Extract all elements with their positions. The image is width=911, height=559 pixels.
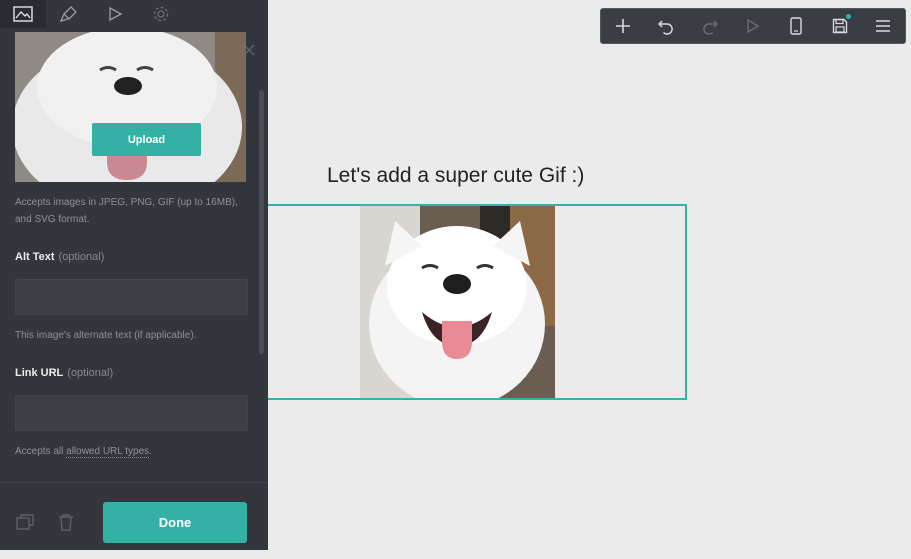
tab-settings[interactable]: [138, 0, 184, 28]
alt-text-label: Alt Text (optional): [15, 251, 105, 263]
selected-image-block[interactable]: [262, 204, 687, 400]
link-url-input[interactable]: [15, 395, 248, 431]
tab-style[interactable]: [46, 0, 92, 28]
image-preview: Upload: [15, 32, 246, 182]
save-icon[interactable]: [826, 12, 854, 40]
brush-icon: [60, 6, 77, 22]
redo-icon[interactable]: [696, 12, 724, 40]
add-icon[interactable]: [609, 12, 637, 40]
accepted-formats-help: Accepts images in JPEG, PNG, GIF (up to …: [15, 197, 238, 225]
gear-icon: [153, 6, 169, 22]
undo-icon[interactable]: [652, 12, 680, 40]
dog-gif-image[interactable]: [360, 206, 555, 398]
allowed-url-types-link[interactable]: allowed URL types: [66, 446, 150, 458]
panel-scrollbar[interactable]: [259, 90, 264, 354]
mobile-preview-icon[interactable]: [782, 12, 810, 40]
play-icon[interactable]: [739, 12, 767, 40]
alt-text-help: This image's alternate text (if applicab…: [15, 330, 197, 341]
unsaved-indicator: [845, 14, 851, 19]
done-button[interactable]: Done: [103, 502, 247, 543]
image-icon: [13, 6, 33, 22]
menu-icon[interactable]: [869, 12, 897, 40]
upload-button[interactable]: Upload: [92, 123, 201, 156]
tab-animation[interactable]: [92, 0, 138, 28]
panel-tabs: [0, 0, 268, 28]
link-url-help: Accepts all allowed URL types.: [15, 446, 152, 458]
editor-toolbar: [600, 8, 906, 44]
canvas-heading[interactable]: Let's add a super cute Gif :): [327, 164, 584, 188]
play-icon: [109, 6, 123, 22]
link-url-label: Link URL (optional): [15, 367, 114, 379]
delete-icon[interactable]: [55, 511, 77, 533]
duplicate-icon[interactable]: [14, 511, 36, 533]
alt-text-input[interactable]: [15, 279, 248, 315]
tab-image[interactable]: [0, 0, 46, 28]
image-settings-panel: Upload Accepts images in JPEG, PNG, GIF …: [0, 0, 268, 550]
dog-thumbnail: [15, 32, 246, 182]
